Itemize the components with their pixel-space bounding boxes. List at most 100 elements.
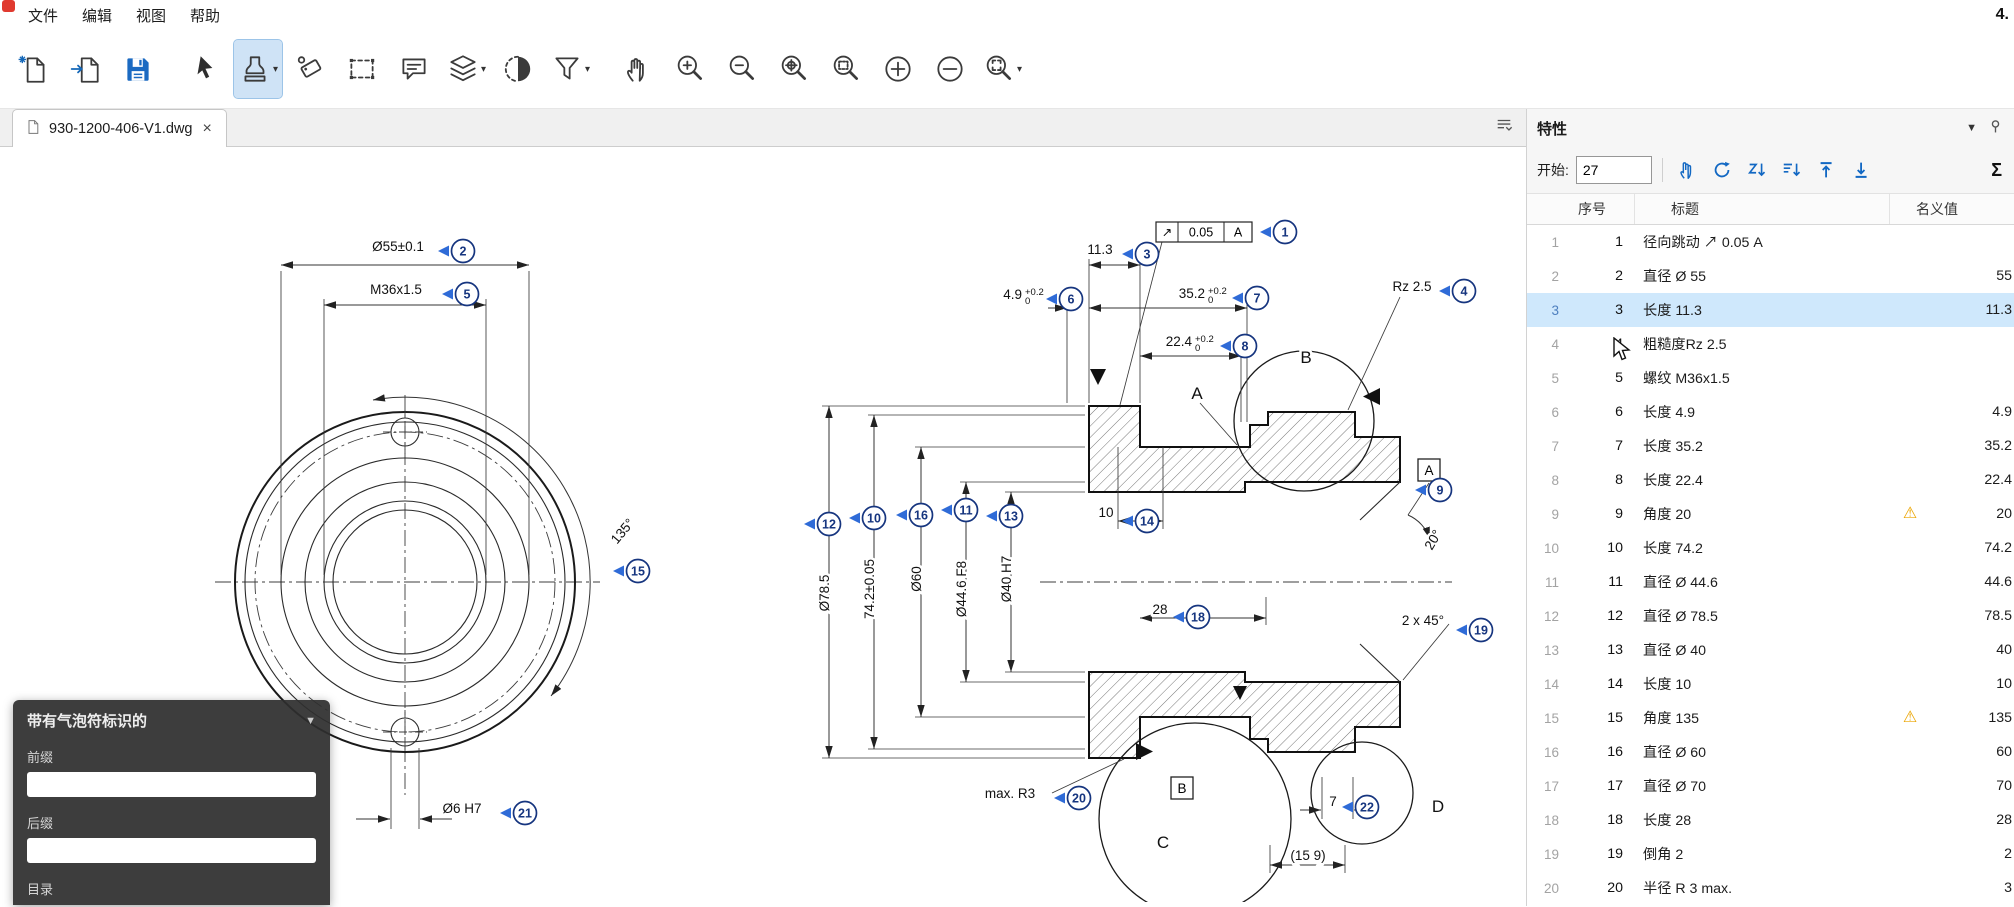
menu-help[interactable]: 帮助 <box>178 2 232 29</box>
table-row[interactable]: 66长度 4.94.9 <box>1527 395 2014 429</box>
marquee-button[interactable] <box>338 40 386 98</box>
balloon-19[interactable]: 19 <box>1456 619 1493 642</box>
start-label: 开始: <box>1537 160 1569 180</box>
tag-button[interactable] <box>286 40 334 98</box>
row-value: 135 <box>1930 710 2014 726</box>
zoom-target-button[interactable] <box>770 40 818 98</box>
menu-file[interactable]: 文件 <box>16 2 70 29</box>
document-tab[interactable]: 930-1200-406-V1.dwg × <box>12 109 227 147</box>
compare-button[interactable] <box>494 40 542 98</box>
chevron-down-icon[interactable]: ▾ <box>481 64 486 75</box>
table-row[interactable]: 1414长度 1010 <box>1527 667 2014 701</box>
balloon-10[interactable]: 10 <box>849 507 886 530</box>
balloon-settings-panel: 带有气泡符标识的 ▼ 前缀 后缀 目录 <box>13 700 330 905</box>
new-file-button[interactable] <box>10 40 58 98</box>
chevron-down-icon[interactable]: ▼ <box>305 715 316 727</box>
tab-title: 930-1200-406-V1.dwg <box>49 121 193 137</box>
move-bottom-button[interactable] <box>1848 156 1876 184</box>
balloon-4[interactable]: 4 <box>1439 280 1476 303</box>
table-row[interactable]: 77长度 35.235.2 <box>1527 429 2014 463</box>
svg-text:12: 12 <box>822 517 836 531</box>
select-button[interactable] <box>182 40 230 98</box>
sort-order-button[interactable] <box>1778 156 1806 184</box>
open-file-button[interactable] <box>62 40 110 98</box>
balloon-13[interactable]: 13 <box>986 505 1023 528</box>
table-row[interactable]: 1010长度 74.274.2 <box>1527 531 2014 565</box>
balloon-15[interactable]: 15 <box>613 560 650 583</box>
balloon-9[interactable]: 9 <box>1415 479 1452 502</box>
table-row[interactable]: 2020半径 R 3 max.3 <box>1527 871 2014 905</box>
table-row[interactable]: 1616直径 Ø 6060 <box>1527 735 2014 769</box>
balloon-11[interactable]: 11 <box>941 499 978 522</box>
table-row[interactable]: 33长度 11.311.3 <box>1527 293 2014 327</box>
balloon-1[interactable]: 1 <box>1260 221 1297 244</box>
balloon-20[interactable]: 20 <box>1054 787 1091 810</box>
warning-icon: ⚠ <box>1890 710 1930 726</box>
zoom-in-button[interactable] <box>666 40 714 98</box>
chevron-down-icon[interactable]: ▾ <box>585 64 590 75</box>
balloon-2[interactable]: 2 <box>438 240 475 263</box>
table-row[interactable]: 22直径 Ø 5555 <box>1527 259 2014 293</box>
table-row[interactable]: 1313直径 Ø 4040 <box>1527 633 2014 667</box>
plus-circle-button[interactable] <box>874 40 922 98</box>
filter-button[interactable]: ▾ <box>546 40 594 98</box>
chevron-down-icon[interactable]: ▾ <box>1017 64 1022 75</box>
table-row[interactable]: 1919倒角 22 <box>1527 837 2014 871</box>
minus-circle-button[interactable] <box>926 40 974 98</box>
row-index: 11 <box>1527 575 1571 590</box>
table-row[interactable]: 88长度 22.422.4 <box>1527 463 2014 497</box>
table-row[interactable]: 1111直径 Ø 44.644.6 <box>1527 565 2014 599</box>
balloon-21[interactable]: 21 <box>500 802 537 825</box>
balloon-5[interactable]: 5 <box>442 283 479 306</box>
balloon-stamp-button[interactable]: ▾ <box>234 40 282 98</box>
table-row[interactable]: 11径向跳动 ↗ 0.05 A <box>1527 225 2014 259</box>
table-row[interactable]: 1818长度 2828 <box>1527 803 2014 837</box>
balloon-16[interactable]: 16 <box>896 504 933 527</box>
menu-view[interactable]: 视图 <box>124 2 178 29</box>
row-title: 角度 135 <box>1635 708 1890 728</box>
move-top-button[interactable] <box>1813 156 1841 184</box>
balloon-12[interactable]: 12 <box>804 513 841 536</box>
zoom-out-button[interactable] <box>718 40 766 98</box>
chevron-down-icon[interactable]: ▾ <box>273 64 278 75</box>
sort-z-button[interactable] <box>1743 156 1771 184</box>
table-row[interactable]: 44粗糙度Rz 2.5 <box>1527 327 2014 361</box>
balloon-number: 10 <box>1571 540 1635 556</box>
zoom-fit-button[interactable]: ▾ <box>978 40 1026 98</box>
menu-edit[interactable]: 编辑 <box>70 2 124 29</box>
svg-text:22.4: 22.4 <box>1166 334 1193 349</box>
table-row[interactable]: 99角度 20⚠20 <box>1527 497 2014 531</box>
sum-button[interactable]: Σ <box>1991 160 2004 181</box>
layers-button[interactable]: ▾ <box>442 40 490 98</box>
dim-label: Ø78.5 <box>817 575 832 612</box>
row-index: 13 <box>1527 643 1571 658</box>
pan-button[interactable] <box>614 40 662 98</box>
balloon-22[interactable]: 22 <box>1342 796 1379 819</box>
suffix-input[interactable] <box>27 838 316 863</box>
balloon-14[interactable]: 14 <box>1122 510 1159 533</box>
table-row[interactable]: 1515角度 135⚠135 <box>1527 701 2014 735</box>
start-input[interactable] <box>1576 156 1652 184</box>
balloon-8[interactable]: 8 <box>1220 335 1257 358</box>
balloon-number: 1 <box>1571 234 1635 250</box>
tab-list-button[interactable] <box>1492 113 1516 137</box>
panel-collapse-icon[interactable]: ▼ <box>1966 122 1977 134</box>
pin-icon[interactable] <box>1987 118 2004 139</box>
balloon-18[interactable]: 18 <box>1173 606 1210 629</box>
column-header-title: 标题 <box>1635 194 1890 224</box>
save-button[interactable] <box>114 40 162 98</box>
recording-dot <box>2 0 15 12</box>
balloon-6[interactable]: 6 <box>1046 288 1083 311</box>
prefix-input[interactable] <box>27 772 316 797</box>
pick-balloon-button[interactable] <box>1673 156 1701 184</box>
comment-button[interactable] <box>390 40 438 98</box>
tab-close-button[interactable]: × <box>201 120 214 138</box>
balloon-7[interactable]: 7 <box>1232 287 1269 310</box>
zoom-window-button[interactable] <box>822 40 870 98</box>
table-row[interactable]: 1717直径 Ø 7070 <box>1527 769 2014 803</box>
renumber-button[interactable] <box>1708 156 1736 184</box>
svg-text:Ø44.6 F8: Ø44.6 F8 <box>954 561 969 617</box>
table-row[interactable]: 55螺纹 M36x1.5 <box>1527 361 2014 395</box>
table-row[interactable]: 1212直径 Ø 78.578.5 <box>1527 599 2014 633</box>
balloon-3[interactable]: 3 <box>1122 243 1159 266</box>
